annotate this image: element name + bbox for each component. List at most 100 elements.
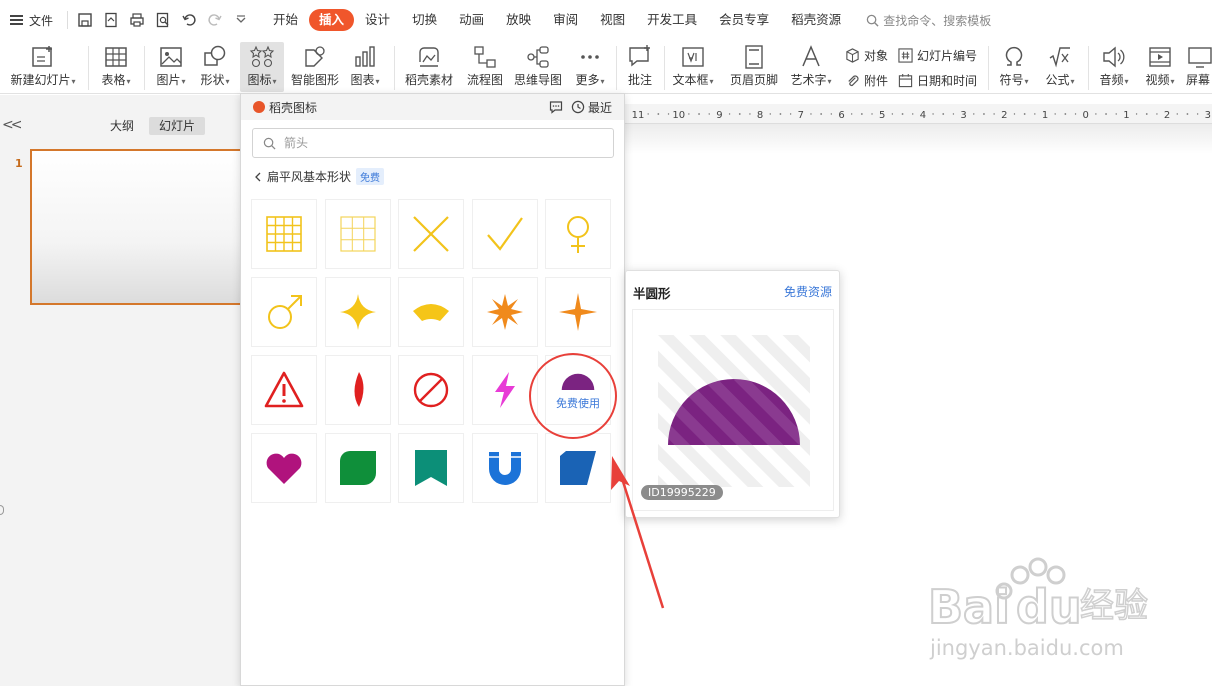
icon-label: 图标 — [247, 73, 272, 87]
tab-view[interactable]: 视图 — [589, 9, 636, 31]
textbox-button[interactable]: 文本框▾ — [670, 42, 716, 92]
chart-button[interactable]: 图表▾ — [346, 42, 384, 92]
icon-cell-four-point-star[interactable] — [324, 277, 391, 347]
tab-docer[interactable]: 稻壳资源 — [780, 9, 852, 31]
screen-label: 屏幕 — [1186, 73, 1211, 87]
object-label: 对象 — [864, 48, 889, 63]
icon-cell-lightning[interactable] — [471, 355, 538, 425]
audio-label: 音频 — [1099, 73, 1124, 87]
icon-panel-actions: 最近 — [549, 99, 612, 116]
tab-slides[interactable]: 幻灯片 — [149, 117, 206, 135]
print-preview-icon[interactable] — [150, 7, 176, 33]
print-icon[interactable] — [124, 7, 150, 33]
video-button[interactable]: 视频▾ — [1140, 42, 1180, 92]
speaker-icon — [1103, 46, 1125, 68]
tab-member[interactable]: 会员专享 — [708, 9, 780, 31]
ruler-tick — [1145, 113, 1148, 115]
tab-home[interactable]: 开始 — [262, 9, 309, 31]
slide-number-button[interactable]: 幻灯片编号 — [898, 45, 977, 65]
icon-cell-heart[interactable] — [251, 433, 317, 503]
recent-button[interactable]: 最近 — [571, 99, 612, 116]
icon-cell-fan[interactable] — [398, 277, 464, 347]
save-icon[interactable] — [72, 7, 98, 33]
icon-cell-magnet[interactable] — [471, 433, 538, 503]
free-use-button[interactable]: 免费使用 — [556, 395, 600, 411]
mindmap-button[interactable]: 思维导图 — [512, 42, 564, 92]
tab-design[interactable]: 设计 — [354, 9, 401, 31]
redo-icon[interactable] — [202, 7, 228, 33]
panel-resize-handle[interactable] — [0, 505, 4, 515]
ruler-tick — [708, 113, 710, 115]
flame-icon — [354, 372, 363, 407]
ruler-tick — [810, 113, 812, 115]
wordart-button[interactable]: 艺术字▾ — [786, 42, 836, 92]
screen-recording-button[interactable]: 屏幕 — [1186, 42, 1212, 92]
object-button[interactable]: 对象 — [845, 45, 888, 65]
icon-cell-flame[interactable] — [324, 355, 391, 425]
hamburger-icon — [10, 15, 23, 25]
tab-developer[interactable]: 开发工具 — [636, 9, 708, 31]
table-label: 表格 — [101, 73, 126, 87]
icon-category-breadcrumb[interactable]: 扁平风基本形状 免费 — [254, 168, 385, 185]
ruler-tick — [1135, 113, 1138, 115]
customize-toolbar-icon[interactable] — [228, 7, 254, 33]
video-icon — [1149, 47, 1171, 67]
symbol-button[interactable]: 符号▾ — [994, 42, 1034, 92]
more-button[interactable]: 更多▾ — [570, 42, 610, 92]
new-slide-button[interactable]: 新建幻灯片▾ — [6, 42, 80, 92]
smart-graphic-button[interactable]: 智能图形 — [288, 42, 342, 92]
magnet-icon — [488, 452, 521, 485]
icon-search-box[interactable] — [252, 128, 614, 158]
audio-button[interactable]: 音频▾ — [1094, 42, 1134, 92]
date-time-button[interactable]: 日期和时间 — [898, 70, 977, 90]
tab-animation[interactable]: 动画 — [448, 9, 495, 31]
icon-cell-prohibited[interactable] — [398, 355, 464, 425]
table-button[interactable]: 表格▾ — [96, 42, 136, 92]
command-search[interactable]: 查找命令、搜索模板 — [866, 12, 991, 29]
smart-graphic-icon — [305, 46, 325, 67]
tab-insert[interactable]: 插入 — [309, 9, 355, 31]
file-menu[interactable]: 文件 — [0, 0, 63, 40]
docer-material-button[interactable]: 稻壳素材 — [402, 42, 456, 92]
icon-cell-orange-star[interactable] — [545, 277, 611, 347]
ruler-label: 1 — [1123, 110, 1129, 121]
icon-cell-warning-triangle[interactable] — [251, 355, 317, 425]
tab-transition[interactable]: 切换 — [401, 9, 448, 31]
attachment-button[interactable]: 附件 — [845, 70, 888, 90]
collapse-panel-icon[interactable]: << — [2, 117, 23, 133]
icon-cell-male-symbol[interactable] — [251, 277, 317, 347]
icon-cell-checkmark[interactable] — [471, 199, 538, 269]
ruler-tick — [952, 113, 955, 115]
flowchart-button[interactable]: 流程图 — [464, 42, 506, 92]
icon-cell-starburst[interactable] — [471, 277, 538, 347]
comment-button[interactable]: 批注 — [622, 42, 658, 92]
ruler-tick — [850, 113, 853, 115]
tab-slideshow[interactable]: 放映 — [495, 9, 542, 31]
undo-icon[interactable] — [176, 7, 202, 33]
shape-button[interactable]: 形状▾ — [196, 42, 234, 92]
ruler-label: 4 — [920, 110, 926, 121]
ruler-tick — [1034, 113, 1036, 115]
icon-cell-bookmark-ribbon[interactable] — [398, 433, 464, 503]
chat-icon[interactable] — [549, 100, 563, 114]
icon-cell-grid-3x3[interactable] — [324, 199, 391, 269]
free-resource-link[interactable]: 免费资源 — [784, 283, 832, 300]
header-footer-button[interactable]: 页眉页脚 — [726, 42, 782, 92]
icon-cell-leaf-shape[interactable] — [324, 433, 391, 503]
formula-button[interactable]: 公式▾ — [1040, 42, 1080, 92]
icon-cell-trapezoid[interactable] — [545, 433, 611, 503]
tab-outline[interactable]: 大纲 — [100, 117, 144, 135]
icon-cell-cross[interactable] — [398, 199, 464, 269]
video-label: 视频 — [1145, 73, 1170, 87]
icon-button[interactable]: 图标▾ — [240, 42, 284, 92]
docer-material-label: 稻壳素材 — [404, 73, 453, 87]
icon-cell-grid-4x4[interactable] — [251, 199, 317, 269]
icon-search-input[interactable] — [284, 136, 584, 150]
icon-cell-semicircle[interactable]: 免费使用 — [545, 355, 611, 425]
icon-cell-female-symbol[interactable] — [545, 199, 611, 269]
picture-button[interactable]: 图片▾ — [152, 42, 190, 92]
tab-review[interactable]: 审阅 — [542, 9, 589, 31]
slide-thumbnail[interactable] — [30, 149, 242, 305]
shape-icon — [204, 45, 226, 66]
export-pdf-icon[interactable] — [98, 7, 124, 33]
